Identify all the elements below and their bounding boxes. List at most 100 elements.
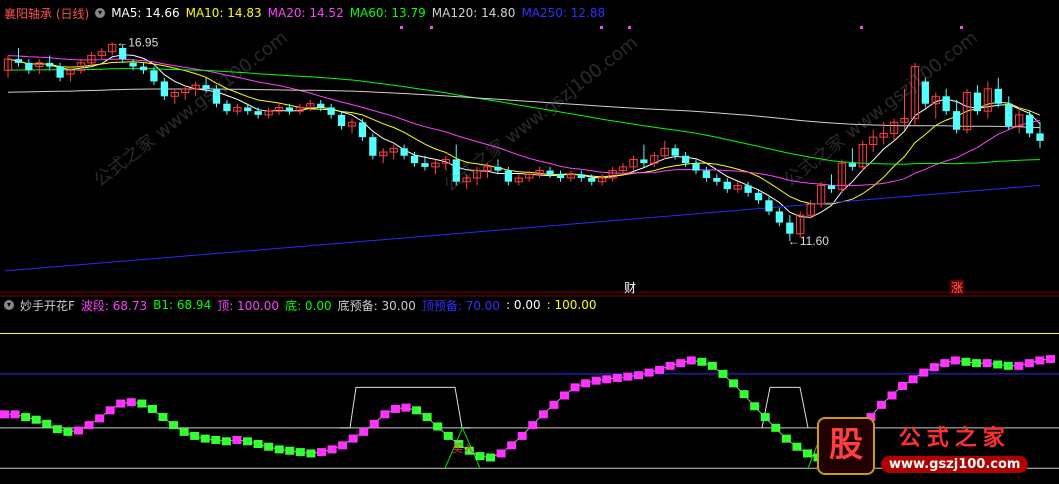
band-segment [1046, 355, 1055, 364]
band-segment [63, 427, 73, 436]
band-segment [422, 413, 432, 422]
indicator-name[interactable]: 妙手开花F [20, 297, 75, 314]
band-segment [31, 415, 41, 424]
band-segment [253, 440, 263, 448]
band-segment [126, 398, 136, 407]
band-segment [243, 437, 253, 446]
candle-body [588, 178, 596, 182]
band-segment [169, 421, 179, 430]
band-segment [306, 449, 316, 458]
candle-body [139, 66, 148, 71]
ding-label: 顶: 100.00 [217, 298, 280, 313]
candle-body [1025, 114, 1034, 134]
band-segment [390, 404, 400, 413]
band-segment [676, 359, 686, 368]
signal-dot [430, 26, 433, 29]
band-segment [401, 403, 411, 412]
band-segment [369, 419, 379, 428]
dingyb-label: 顶预备: 70.00 [421, 298, 501, 313]
band-segment [781, 434, 791, 443]
watermark-badge: 股 公式之家 www.gszj100.com [817, 416, 1053, 476]
candle-body [202, 85, 210, 89]
band-segment [898, 382, 908, 391]
band-segment [517, 431, 527, 440]
ma60-label: MA60: 13.79 [349, 6, 426, 20]
band-segment [179, 427, 189, 436]
candle-body [327, 107, 335, 115]
candle-body [14, 59, 23, 63]
signal-dot [860, 26, 863, 29]
band-segment [929, 363, 939, 372]
band-segment [771, 423, 781, 432]
candle-body [556, 174, 565, 178]
ma250-line [4, 184, 1041, 272]
candle-body [994, 88, 1002, 104]
band-segment [1035, 356, 1045, 365]
signal-dot [628, 26, 631, 29]
band-segment [0, 410, 9, 419]
dyb-label: 底预备: 30.00 [337, 298, 416, 313]
ma120-label: MA120: 14.80 [431, 6, 516, 20]
indicator-header: ▾ 妙手开花F 波段: 68.73 B1: 68.94 顶: 100.00 底:… [0, 297, 597, 313]
candle-body [765, 200, 773, 212]
band-segment [802, 449, 812, 458]
band-segment [274, 445, 284, 454]
band-segment [940, 359, 950, 368]
band-segment [264, 442, 274, 451]
band-segment [707, 361, 717, 370]
candle-body [921, 81, 929, 104]
candle-body [244, 107, 252, 112]
candle-body [692, 163, 700, 171]
candle-body [702, 170, 711, 178]
band-segment [105, 406, 115, 415]
di-label: 底: 0.00 [285, 298, 332, 313]
band-segment [581, 379, 591, 388]
band-segment [961, 357, 971, 366]
candle-body [713, 178, 721, 182]
band-segment [359, 427, 369, 436]
band-segment [338, 441, 348, 450]
candle-body [504, 170, 513, 182]
settings-circle-icon[interactable]: ▾ [95, 8, 106, 18]
ma5-label: MA5: 14.66 [111, 6, 180, 20]
candle-body [952, 111, 961, 130]
band-segment [887, 391, 897, 400]
band-segment [665, 361, 675, 370]
candle-body [577, 174, 585, 178]
signal-dot [400, 26, 403, 29]
candle-body [150, 70, 158, 82]
buy-label: 买入 [452, 442, 474, 455]
settings-circle-icon[interactable]: ▾ [4, 300, 14, 310]
band-segment [729, 379, 739, 388]
candle-body [421, 163, 429, 167]
candle-body [494, 166, 502, 171]
ma20-line [7, 55, 1041, 187]
candle-body [337, 114, 346, 126]
band-segment [908, 375, 918, 384]
band-segment [507, 441, 517, 450]
band-segment [10, 410, 20, 419]
candle-body [1005, 103, 1013, 126]
candle-body [223, 103, 231, 112]
band-segment [718, 369, 728, 378]
candle-body [973, 92, 982, 112]
band-segment [42, 419, 52, 428]
candle-body [410, 155, 419, 164]
candle-body [358, 122, 367, 138]
low-price-label: ←11.60 [788, 234, 829, 248]
watermark-logo: 股 [817, 417, 875, 475]
band-segment [591, 376, 601, 385]
band-segment [792, 442, 802, 451]
candle-body [25, 62, 33, 71]
bd-label: 波段: 68.73 [80, 298, 148, 313]
band-segment [433, 422, 443, 431]
band-segment [528, 421, 538, 430]
band-segment [750, 402, 760, 411]
stock-title[interactable]: 襄阳轴承 (日线) [4, 5, 89, 22]
band-segment [876, 400, 886, 409]
candle-body [212, 88, 221, 104]
band-segment [655, 365, 665, 374]
candle-body [848, 163, 857, 167]
candle-body [56, 66, 64, 78]
chart-stage: 买入 ←16.95 ←11.60 财 涨 [0, 0, 1059, 480]
